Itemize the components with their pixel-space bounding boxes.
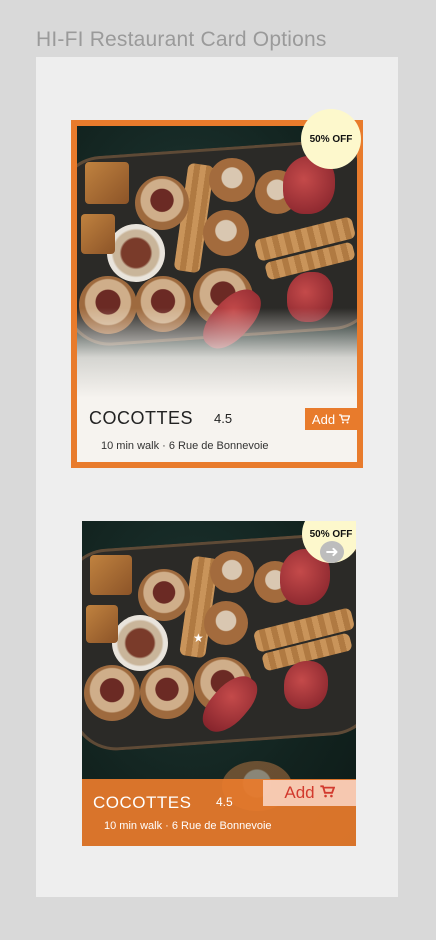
card-info: Add COCOTTES 4.5 10 min walk · 6 Rue de … bbox=[82, 779, 356, 846]
add-label: Add bbox=[311, 411, 336, 427]
add-to-cart-button[interactable]: Add bbox=[263, 780, 356, 806]
discount-badge: 50% OFF bbox=[301, 109, 361, 169]
cart-icon bbox=[339, 412, 351, 427]
rating-value: 4.5 bbox=[214, 411, 233, 426]
arrow-right-icon[interactable]: ➜ bbox=[320, 541, 344, 563]
card-body: COCOTTES 4.5 Add 10 min walk · 6 Rue de … bbox=[77, 126, 357, 462]
add-to-cart-button[interactable]: Add bbox=[305, 408, 357, 430]
page-title: HI-FI Restaurant Card Options bbox=[36, 28, 327, 51]
restaurant-name: COCOTTES bbox=[93, 793, 192, 812]
restaurant-name: COCOTTES bbox=[89, 408, 194, 428]
add-label: Add bbox=[284, 783, 315, 802]
restaurant-card-option-2[interactable]: ★ 50% OFF ➜ Add COCOTTES 4.5 10 min walk… bbox=[82, 521, 356, 846]
star-icon: ★ bbox=[193, 631, 204, 645]
cart-icon bbox=[319, 783, 335, 803]
rating-value: 4.5 bbox=[216, 795, 233, 809]
restaurant-subtitle: 10 min walk · 6 Rue de Bonnevoie bbox=[101, 440, 269, 452]
restaurant-card-option-1[interactable]: COCOTTES 4.5 Add 10 min walk · 6 Rue de … bbox=[71, 109, 363, 468]
restaurant-subtitle: 10 min walk · 6 Rue de Bonnevoie bbox=[104, 820, 272, 832]
card-info: COCOTTES 4.5 Add 10 min walk · 6 Rue de … bbox=[77, 398, 357, 462]
food-image bbox=[77, 126, 357, 398]
